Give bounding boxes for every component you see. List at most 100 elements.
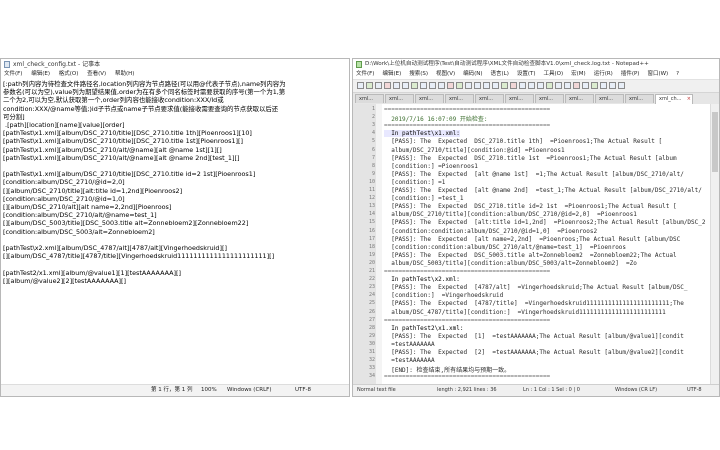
toolbar-button-icon[interactable] [447, 82, 454, 89]
notepad-text-line: .[path][location][name][value][order] [3, 121, 125, 130]
file-tab-label: xml... [599, 96, 613, 102]
notepadpp-editor[interactable]: 1 =======================================… [353, 104, 711, 385]
npp-menu-item[interactable]: 工具(O) [544, 71, 564, 77]
npp-menu-item[interactable]: 窗口(W) [647, 71, 668, 77]
notepad-text-line: [][album/DSC_2710/alt][alt name=2,2nd][P… [3, 203, 172, 212]
file-tab[interactable]: xml... [415, 94, 444, 103]
toolbar-button-icon[interactable] [600, 82, 607, 89]
file-tab[interactable]: xml... [385, 94, 414, 103]
log-line: album/DSC_5003/title][condition:album/DS… [384, 259, 637, 267]
line-number: 23 [368, 284, 375, 291]
toolbar-button-icon[interactable] [366, 82, 373, 89]
toolbar-button-icon[interactable] [546, 82, 553, 89]
toolbar-button-icon[interactable] [573, 82, 580, 89]
notepadpp-title-bar: D:\Work\上位机自动测试程序\Test\自动测试程序\XML文件自动检查脚… [353, 59, 719, 70]
toolbar-button-icon[interactable] [483, 82, 490, 89]
log-line: album/DSC_2710/title][condition:@id] =Pi… [384, 146, 565, 154]
npp-menu-item[interactable]: 编码(N) [463, 71, 482, 77]
notepad-text-line: condition:XXX/@name等值;)id子节点或name子节点要求值(… [3, 104, 279, 113]
log-line: [condition:condition:album/DSC_2710/alt/… [384, 243, 627, 251]
notepad-text-line: [pathTest\x1.xml][album/DSC_2710/title][… [3, 129, 252, 138]
toolbar-button-icon[interactable] [357, 82, 364, 89]
toolbar-button-icon[interactable] [402, 82, 409, 89]
npp-menu-item[interactable]: 运行(R) [594, 71, 613, 77]
toolbar-button-icon[interactable] [591, 82, 598, 89]
toolbar-button-icon[interactable] [474, 82, 481, 89]
toolbar-button-icon[interactable] [456, 82, 463, 89]
toolbar-button-icon[interactable] [609, 82, 616, 89]
vertical-scrollbar[interactable] [710, 104, 719, 385]
toolbar-button-icon[interactable] [420, 82, 427, 89]
toolbar-button-icon[interactable] [519, 82, 526, 89]
line-number: 5 [371, 138, 375, 145]
notepad-text-line: [pathTest\x1.xml][album/DSC_2710/alt/@na… [3, 153, 240, 162]
toolbar-button-icon[interactable] [537, 82, 544, 89]
npp-menu-item[interactable]: 编辑(E) [382, 71, 401, 77]
npp-status-eol: Windows (CR LF) [615, 387, 658, 393]
toolbar-button-icon[interactable] [411, 82, 418, 89]
toolbar-button-icon[interactable] [492, 82, 499, 89]
notepad-text-line: [][album/DSC_4787/title][4787/title][Vin… [3, 252, 275, 261]
notepad-menu-file[interactable]: 文件(F) [4, 71, 22, 77]
close-tab-icon[interactable]: × [687, 95, 691, 104]
toolbar-button-icon[interactable] [555, 82, 562, 89]
log-line: =testAAAAAAA [384, 357, 435, 365]
toolbar-button-icon[interactable] [375, 82, 382, 89]
log-line: [PASS]: The Expected [alt name=2,2nd] =P… [384, 235, 681, 243]
notepad-menu-edit[interactable]: 编辑(E) [31, 71, 50, 77]
notepad-menu-format[interactable]: 格式(O) [59, 71, 79, 77]
line-number: 20 [368, 259, 375, 266]
file-tab[interactable]: xml... [535, 94, 564, 103]
notepad-status-encoding: UTF-8 [295, 387, 312, 393]
npp-menu-item[interactable]: 宏(M) [571, 71, 586, 77]
npp-menu-item[interactable]: 文件(F) [356, 71, 374, 77]
toolbar-button-icon[interactable] [528, 82, 535, 89]
notepad-menu-help[interactable]: 帮助(H) [115, 71, 134, 77]
fold-margin [376, 104, 382, 385]
notepadpp-status-bar: Normal text file length : 2,921 lines : … [353, 384, 719, 396]
notepad-text-area[interactable]: [:path列内容为待检查文件路径名,location列内容为节点路径(可以用@… [3, 80, 347, 384]
log-line: ========================================… [384, 106, 551, 113]
toolbar-button-icon[interactable] [582, 82, 589, 89]
active-file-tab[interactable]: xml_ch... × [655, 94, 693, 104]
toolbar-button-icon[interactable] [501, 82, 508, 89]
toolbar-button-icon[interactable] [429, 82, 436, 89]
toolbar-button-icon[interactable] [465, 82, 472, 89]
toolbar-button-icon[interactable] [510, 82, 517, 89]
notepad-menu-view[interactable]: 查看(V) [87, 71, 106, 77]
npp-menu-item[interactable]: 搜索(S) [409, 71, 428, 77]
scrollbar-thumb[interactable] [712, 112, 718, 172]
notepad-title: xml_check_config.txt - 记事本 [13, 61, 101, 68]
line-number: 26 [368, 308, 375, 315]
toolbar-button-icon[interactable] [564, 82, 571, 89]
notepadpp-title: D:\Work\上位机自动测试程序\Test\自动测试程序\XML文件自动检查脚… [365, 61, 649, 67]
file-tab[interactable]: xml... [625, 94, 654, 103]
npp-menu-item[interactable]: 插件(P) [621, 71, 640, 77]
file-tab-label: xml... [419, 96, 433, 102]
line-number: 14 [368, 211, 375, 218]
npp-menu-item[interactable]: 视图(V) [436, 71, 455, 77]
notepad-text-line: [pathTest\x1.xml][album/DSC_2710/title][… [3, 170, 256, 179]
toolbar-button-icon[interactable] [393, 82, 400, 89]
file-tab[interactable]: xml... [445, 94, 474, 103]
file-tab-label: xml... [389, 96, 403, 102]
line-number: 18 [368, 243, 375, 250]
file-tab-label: xml... [569, 96, 583, 102]
line-number: 10 [368, 178, 375, 185]
notepad-text-line: [][album/DSC_2710/title][alt:title id=1,… [3, 186, 183, 195]
toolbar-button-icon[interactable] [384, 82, 391, 89]
log-line: In pathTest\x2.xml: [384, 276, 460, 284]
npp-menu-item[interactable]: 语言(L) [491, 71, 509, 77]
npp-menu-item[interactable]: ? [676, 71, 679, 77]
toolbar-button-icon[interactable] [438, 82, 445, 89]
file-tab[interactable]: xml... [505, 94, 534, 103]
file-tab[interactable]: xml... [565, 94, 594, 103]
file-tab[interactable]: xml... [595, 94, 624, 103]
npp-menu-item[interactable]: 设置(T) [517, 71, 536, 77]
line-number: 8 [371, 162, 375, 169]
file-tab[interactable]: xml... [355, 94, 384, 103]
toolbar-button-icon[interactable] [618, 82, 625, 89]
log-line: =testAAAAAAA [384, 340, 435, 348]
file-tab[interactable]: xml... [475, 94, 504, 103]
notepad-text-line: [pathTest\x1.xml][album/DSC_2710/alt/@na… [3, 145, 222, 154]
